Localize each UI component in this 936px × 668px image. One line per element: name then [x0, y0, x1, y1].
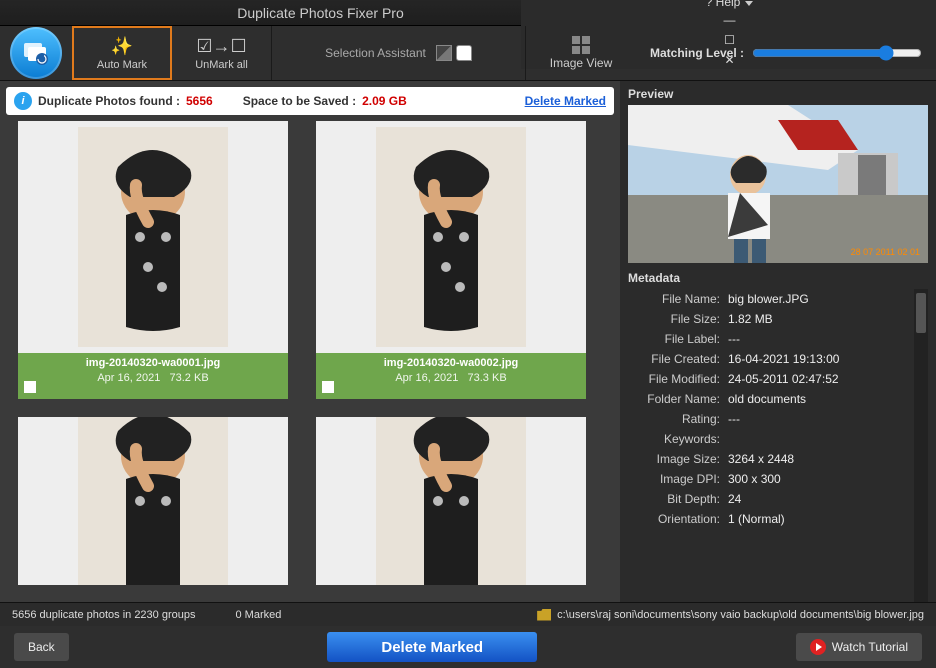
- svg-text:28 07 2011 02 01: 28 07 2011 02 01: [851, 247, 920, 257]
- metadata-key: Keywords:: [628, 432, 728, 446]
- metadata-value: 1 (Normal): [728, 512, 785, 526]
- metadata-list: File Name:big blower.JPGFile Size:1.82 M…: [628, 289, 928, 602]
- space-value: 2.09 GB: [362, 94, 407, 108]
- metadata-key: File Name:: [628, 292, 728, 306]
- delete-marked-link[interactable]: Delete Marked: [525, 94, 606, 108]
- metadata-row: File Name:big blower.JPG: [628, 289, 928, 309]
- metadata-row: Bit Depth:24: [628, 489, 928, 509]
- watch-tutorial-button[interactable]: Watch Tutorial: [796, 633, 922, 661]
- matching-level-slider[interactable]: [752, 45, 922, 61]
- wand-icon: ✨: [111, 36, 133, 57]
- metadata-value: big blower.JPG: [728, 292, 809, 306]
- delete-marked-button[interactable]: Delete Marked: [327, 632, 537, 662]
- help-menu[interactable]: ? Help: [702, 0, 758, 9]
- title-bar: Duplicate Photos Fixer Pro Settings ? He…: [0, 0, 936, 26]
- thumbnail-card[interactable]: [316, 417, 586, 585]
- status-marked: 0 Marked: [235, 609, 281, 621]
- metadata-key: File Size:: [628, 312, 728, 326]
- metadata-row: File Size:1.82 MB: [628, 309, 928, 329]
- thumbnail-card[interactable]: img-20140320-wa0001.jpg Apr 16, 2021 73.…: [18, 121, 288, 399]
- unmark-icon: ☑→☐: [196, 36, 246, 57]
- preview-pane: Preview 28 07 2011 02 01 Metadata File N…: [620, 81, 936, 602]
- status-path: c:\users\raj soni\documents\sony vaio ba…: [537, 609, 924, 621]
- metadata-row: Image Size:3264 x 2448: [628, 449, 928, 469]
- status-bar: 5656 duplicate photos in 2230 groups 0 M…: [0, 602, 936, 626]
- grid-icon: [572, 36, 590, 54]
- metadata-value: ---: [728, 412, 740, 426]
- metadata-key: File Created:: [628, 352, 728, 366]
- status-summary: 5656 duplicate photos in 2230 groups: [12, 609, 195, 621]
- metadata-value: 300 x 300: [728, 472, 781, 486]
- thumbnail-filename: img-20140320-wa0001.jpg: [18, 357, 288, 369]
- metadata-value: ---: [728, 332, 740, 346]
- thumbnail-filename: img-20140320-wa0002.jpg: [316, 357, 586, 369]
- metadata-key: File Label:: [628, 332, 728, 346]
- thumbnail-image: [316, 121, 586, 353]
- thumbnail-image: [18, 121, 288, 353]
- thumbnail-image: [18, 417, 288, 585]
- matching-level-control: Matching Level :: [636, 26, 936, 80]
- metadata-row: Keywords:: [628, 429, 928, 449]
- logo-icon: [10, 27, 62, 79]
- app-logo: [0, 26, 72, 80]
- metadata-value: 24-05-2011 02:47:52: [728, 372, 839, 386]
- metadata-value: 3264 x 2448: [728, 452, 794, 466]
- thumbnail-card[interactable]: [18, 417, 288, 585]
- metadata-scrollbar[interactable]: [914, 289, 928, 602]
- metadata-key: Rating:: [628, 412, 728, 426]
- metadata-key: Folder Name:: [628, 392, 728, 406]
- thumbnail-checkbox[interactable]: [322, 381, 334, 393]
- auto-mark-button[interactable]: ✨ Auto Mark: [72, 26, 172, 80]
- app-title: Duplicate Photos Fixer Pro: [0, 5, 521, 21]
- metadata-row: Orientation:1 (Normal): [628, 509, 928, 529]
- results-pane: i Duplicate Photos found : 5656 Space to…: [0, 81, 620, 602]
- unmark-all-button[interactable]: ☑→☐ UnMark all: [172, 26, 272, 80]
- metadata-row: Folder Name:old documents: [628, 389, 928, 409]
- metadata-key: File Modified:: [628, 372, 728, 386]
- play-icon: [810, 639, 826, 655]
- metadata-row: File Modified:24-05-2011 02:47:52: [628, 369, 928, 389]
- metadata-value: 1.82 MB: [728, 312, 773, 326]
- info-icon: i: [14, 92, 32, 110]
- thumbnail-checkbox[interactable]: [24, 381, 36, 393]
- preview-heading: Preview: [628, 87, 928, 101]
- folder-icon: [537, 609, 551, 621]
- dup-count-label: Duplicate Photos found :: [38, 94, 180, 108]
- metadata-key: Image DPI:: [628, 472, 728, 486]
- metadata-heading: Metadata: [628, 271, 928, 285]
- metadata-row: Image DPI:300 x 300: [628, 469, 928, 489]
- metadata-row: File Created:16-04-2021 19:13:00: [628, 349, 928, 369]
- preview-image: 28 07 2011 02 01: [628, 105, 928, 263]
- tools-icon: [436, 45, 472, 61]
- metadata-row: File Label:---: [628, 329, 928, 349]
- image-view-button[interactable]: Image View: [526, 26, 636, 80]
- metadata-key: Image Size:: [628, 452, 728, 466]
- metadata-row: Rating:---: [628, 409, 928, 429]
- dup-count-value: 5656: [186, 94, 213, 108]
- metadata-value: old documents: [728, 392, 806, 406]
- metadata-value: 24: [728, 492, 741, 506]
- thumbnail-card[interactable]: img-20140320-wa0002.jpg Apr 16, 2021 73.…: [316, 121, 586, 399]
- thumbnail-image: [316, 417, 586, 585]
- metadata-value: 16-04-2021 19:13:00: [728, 352, 839, 366]
- metadata-key: Orientation:: [628, 512, 728, 526]
- toolbar: ✨ Auto Mark ☑→☐ UnMark all Selection Ass…: [0, 26, 936, 81]
- footer-bar: Back Delete Marked Watch Tutorial: [0, 626, 936, 668]
- matching-level-label: Matching Level :: [650, 46, 744, 60]
- selection-assistant-button[interactable]: Selection Assistant: [272, 26, 526, 80]
- info-bar: i Duplicate Photos found : 5656 Space to…: [6, 87, 614, 115]
- thumbnail-grid[interactable]: img-20140320-wa0001.jpg Apr 16, 2021 73.…: [0, 121, 620, 602]
- back-button[interactable]: Back: [14, 633, 69, 661]
- space-label: Space to be Saved :: [243, 94, 356, 108]
- metadata-key: Bit Depth:: [628, 492, 728, 506]
